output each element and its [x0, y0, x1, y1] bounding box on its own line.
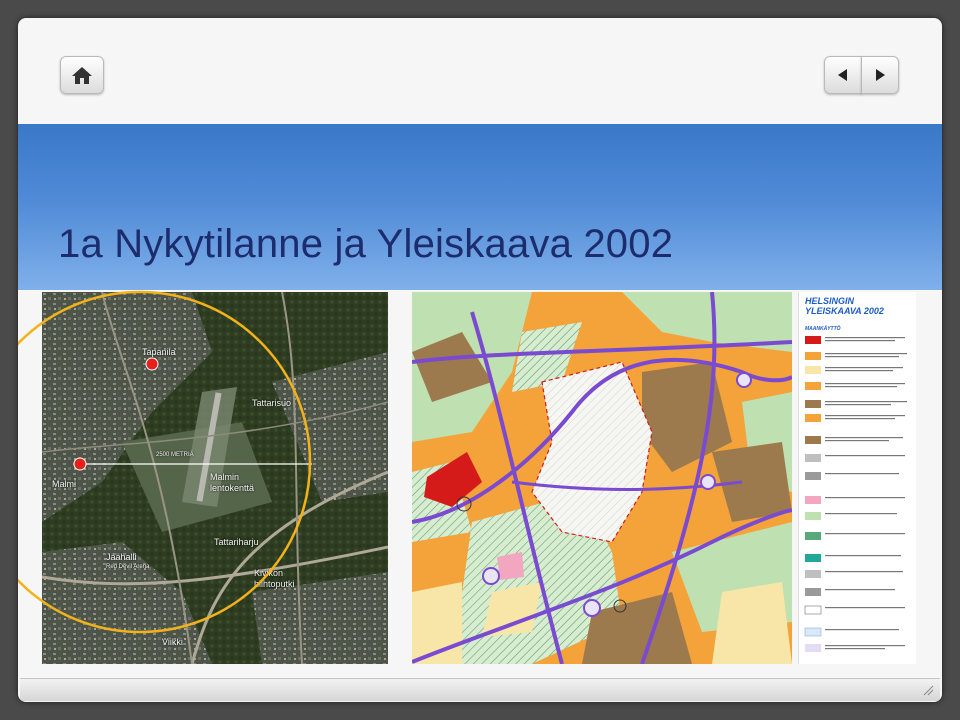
label-malmi: Malmi: [52, 479, 76, 489]
label-airport-line2: lentokenttä: [210, 483, 255, 493]
prev-arrow-icon: [838, 69, 847, 81]
slide-title: 1a Nykytilanne ja Yleiskaava 2002: [58, 222, 674, 266]
aerial-photo: Tapanila Tattarisuo 2500 METRIÄ Malmi Ma…: [42, 292, 388, 664]
label-distance: 2500 METRIÄ: [156, 452, 194, 458]
home-button[interactable]: [60, 56, 104, 94]
resize-grip-icon[interactable]: [922, 684, 934, 696]
general-plan-map: [412, 292, 792, 664]
label-tapanila: Tapanila: [142, 347, 176, 357]
next-arrow-icon: [876, 69, 885, 81]
label-viikki: Viikki: [162, 637, 183, 647]
label-airport-line1: Malmin: [210, 472, 240, 482]
label-kivikon-line1: Kivikon: [254, 568, 284, 578]
label-tattarisuo: Tattarisuo: [252, 398, 292, 408]
home-icon: [72, 67, 92, 84]
label-jaahalli: Jäähalli: [106, 552, 137, 562]
label-red-devil-arena: Red Devil Arena: [106, 564, 150, 570]
footer-bar: [20, 678, 940, 701]
marker-malmi: [73, 457, 87, 471]
label-kivikon-line2: hiihtoputki: [254, 579, 295, 589]
plan-legend: HELSINGIN YLEISKAAVA 2002 MAANKÄYTTÖ: [798, 292, 916, 664]
slide: 1a Nykytilanne ja Yleiskaava 2002 Tapani…: [18, 18, 942, 702]
prev-button[interactable]: [824, 56, 862, 94]
label-tattariharju: Tattariharju: [214, 537, 259, 547]
title-banner: 1a Nykytilanne ja Yleiskaava 2002: [18, 124, 942, 290]
marker-tapanila: [145, 357, 159, 371]
next-button[interactable]: [861, 56, 899, 94]
